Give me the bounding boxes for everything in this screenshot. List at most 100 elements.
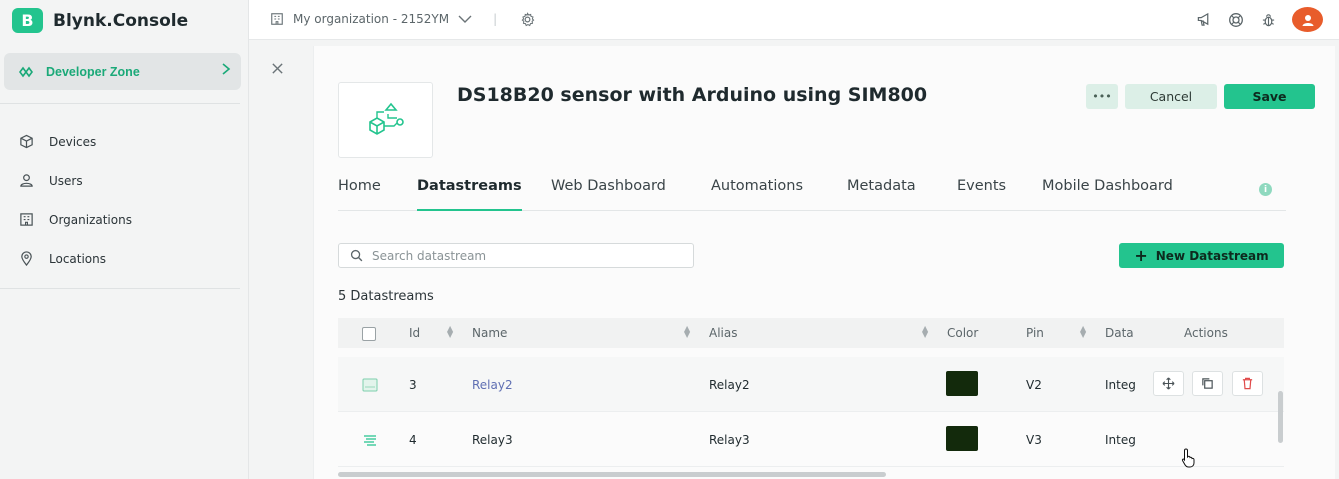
plus-icon: + xyxy=(1134,246,1148,265)
sidebar-item-label: Organizations xyxy=(49,212,132,227)
building-icon xyxy=(18,212,34,228)
select-all-checkbox[interactable] xyxy=(362,327,376,341)
color-swatch xyxy=(946,371,978,396)
chevron-down-icon xyxy=(457,11,473,27)
sidebar-item-developer-zone[interactable]: Developer Zone xyxy=(4,53,241,90)
close-icon[interactable] xyxy=(271,60,284,80)
row-data: Integ xyxy=(1105,378,1136,392)
building-icon xyxy=(269,11,285,27)
datastreams-table: Id ▲ ▼ Name ▲ ▼ Alias ▲ ▼ Color Pin ▲ ▼ Data… xyxy=(338,318,1284,467)
cube-icon xyxy=(18,134,34,150)
delete-button[interactable] xyxy=(1232,371,1263,396)
avatar[interactable] xyxy=(1292,7,1323,32)
separator: | xyxy=(493,12,498,26)
avatar-icon xyxy=(1302,14,1313,26)
row-name-link[interactable]: Relay2 xyxy=(472,378,513,392)
more-button[interactable]: ••• xyxy=(1086,84,1118,109)
trash-icon xyxy=(1242,377,1253,390)
sidebar-item-organizations[interactable]: Organizations xyxy=(18,200,132,239)
row-pin: V3 xyxy=(1026,433,1042,447)
sidebar-nav: Devices Users Organizations Locations xyxy=(18,122,132,278)
location-pin-icon xyxy=(18,251,34,267)
datastream-count: 5 Datastreams xyxy=(338,289,434,304)
megaphone-icon[interactable] xyxy=(1196,12,1212,28)
move-button[interactable] xyxy=(1153,371,1184,396)
column-header-actions: Actions xyxy=(1184,326,1228,340)
tab-web-dashboard[interactable]: Web Dashboard xyxy=(551,178,666,211)
template-panel: DS18B20 sensor with Arduino using SIM800… xyxy=(313,46,1335,479)
tab-home[interactable]: Home xyxy=(338,178,381,211)
move-icon xyxy=(1162,377,1175,390)
copy-icon xyxy=(1202,378,1213,389)
table-header: Id ▲ ▼ Name ▲ ▼ Alias ▲ ▼ Color Pin ▲ ▼ Data… xyxy=(338,318,1284,348)
row-alias: Relay2 xyxy=(709,378,750,392)
tab-bar: Home Datastreams Web Dashboard Automatio… xyxy=(338,178,1286,211)
cancel-button[interactable]: Cancel xyxy=(1125,84,1217,109)
tab-events[interactable]: Events xyxy=(957,178,1006,211)
column-header-name[interactable]: Name xyxy=(472,326,507,340)
lifebuoy-icon[interactable] xyxy=(1228,12,1244,28)
template-device-icon xyxy=(368,102,404,135)
sidebar-item-label: Devices xyxy=(49,134,97,149)
template-image[interactable] xyxy=(338,82,433,158)
hand-cursor-icon xyxy=(1181,448,1197,472)
column-header-pin[interactable]: Pin xyxy=(1026,326,1044,340)
column-header-data: Data xyxy=(1105,326,1134,340)
row-data: Integ xyxy=(1105,433,1136,447)
datastream-type-icon xyxy=(362,377,378,393)
gear-icon[interactable] xyxy=(519,11,535,27)
sidebar-item-locations[interactable]: Locations xyxy=(18,239,132,278)
brand-name: Blynk.Console xyxy=(53,10,189,31)
sort-icon[interactable]: ▲ ▼ xyxy=(922,325,928,339)
color-swatch xyxy=(946,426,978,451)
sidebar-item-users[interactable]: Users xyxy=(18,161,132,200)
row-name-link[interactable]: Relay3 xyxy=(472,433,513,447)
new-datastream-label: New Datastream xyxy=(1155,248,1269,263)
sidebar-item-devices[interactable]: Devices xyxy=(18,122,132,161)
sort-icon[interactable]: ▲ ▼ xyxy=(1080,325,1086,339)
table-row[interactable]: 4 Relay3 Relay3 V3 Integ xyxy=(338,412,1284,467)
row-alias: Relay3 xyxy=(709,433,750,447)
main-area: DS18B20 sensor with Arduino using SIM800… xyxy=(249,40,1339,479)
column-header-id[interactable]: Id xyxy=(409,326,420,340)
sort-icon[interactable]: ▲ ▼ xyxy=(684,325,690,339)
sidebar-item-label: Developer Zone xyxy=(46,64,140,79)
developer-zone-icon xyxy=(18,64,34,80)
page-title: DS18B20 sensor with Arduino using SIM800 xyxy=(457,84,928,106)
top-bar: My organization - 2152YM | xyxy=(249,0,1339,40)
row-id: 3 xyxy=(409,378,417,392)
bug-icon[interactable] xyxy=(1260,12,1276,28)
sidebar-item-label: Users xyxy=(49,173,83,188)
organization-selector[interactable]: My organization - 2152YM | xyxy=(269,11,535,27)
tab-datastreams[interactable]: Datastreams xyxy=(417,178,522,211)
users-icon xyxy=(18,173,34,189)
datastream-lines-icon xyxy=(362,432,378,448)
sidebar-divider xyxy=(0,103,240,104)
save-button[interactable]: Save xyxy=(1224,84,1315,109)
chevron-right-icon xyxy=(221,62,231,80)
new-datastream-button[interactable]: + New Datastream xyxy=(1119,243,1284,268)
tab-metadata[interactable]: Metadata xyxy=(847,178,916,211)
vertical-scrollbar[interactable] xyxy=(1278,391,1283,443)
table-spacer xyxy=(338,348,1284,357)
sort-icon[interactable]: ▲ ▼ xyxy=(447,325,453,339)
top-icons xyxy=(1196,7,1323,32)
horizontal-scrollbar[interactable] xyxy=(338,472,886,477)
info-icon[interactable]: i xyxy=(1259,183,1272,196)
column-header-color: Color xyxy=(947,326,979,340)
tab-mobile-dashboard[interactable]: Mobile Dashboard xyxy=(1042,178,1173,211)
blynk-logo: B xyxy=(12,8,43,33)
row-pin: V2 xyxy=(1026,378,1042,392)
table-row[interactable]: 3 Relay2 Relay2 V2 Integ xyxy=(338,357,1284,412)
sidebar: B Blynk.Console Developer Zone Devices U… xyxy=(0,0,249,479)
search-box[interactable] xyxy=(338,243,694,268)
brand[interactable]: B Blynk.Console xyxy=(12,8,188,33)
tab-automations[interactable]: Automations xyxy=(711,178,803,211)
organization-name: My organization - 2152YM xyxy=(293,12,450,26)
search-input[interactable] xyxy=(372,248,672,263)
sidebar-item-label: Locations xyxy=(49,251,107,266)
duplicate-button[interactable] xyxy=(1192,371,1223,396)
sidebar-divider xyxy=(0,288,240,289)
row-id: 4 xyxy=(409,433,417,447)
column-header-alias[interactable]: Alias xyxy=(709,326,737,340)
